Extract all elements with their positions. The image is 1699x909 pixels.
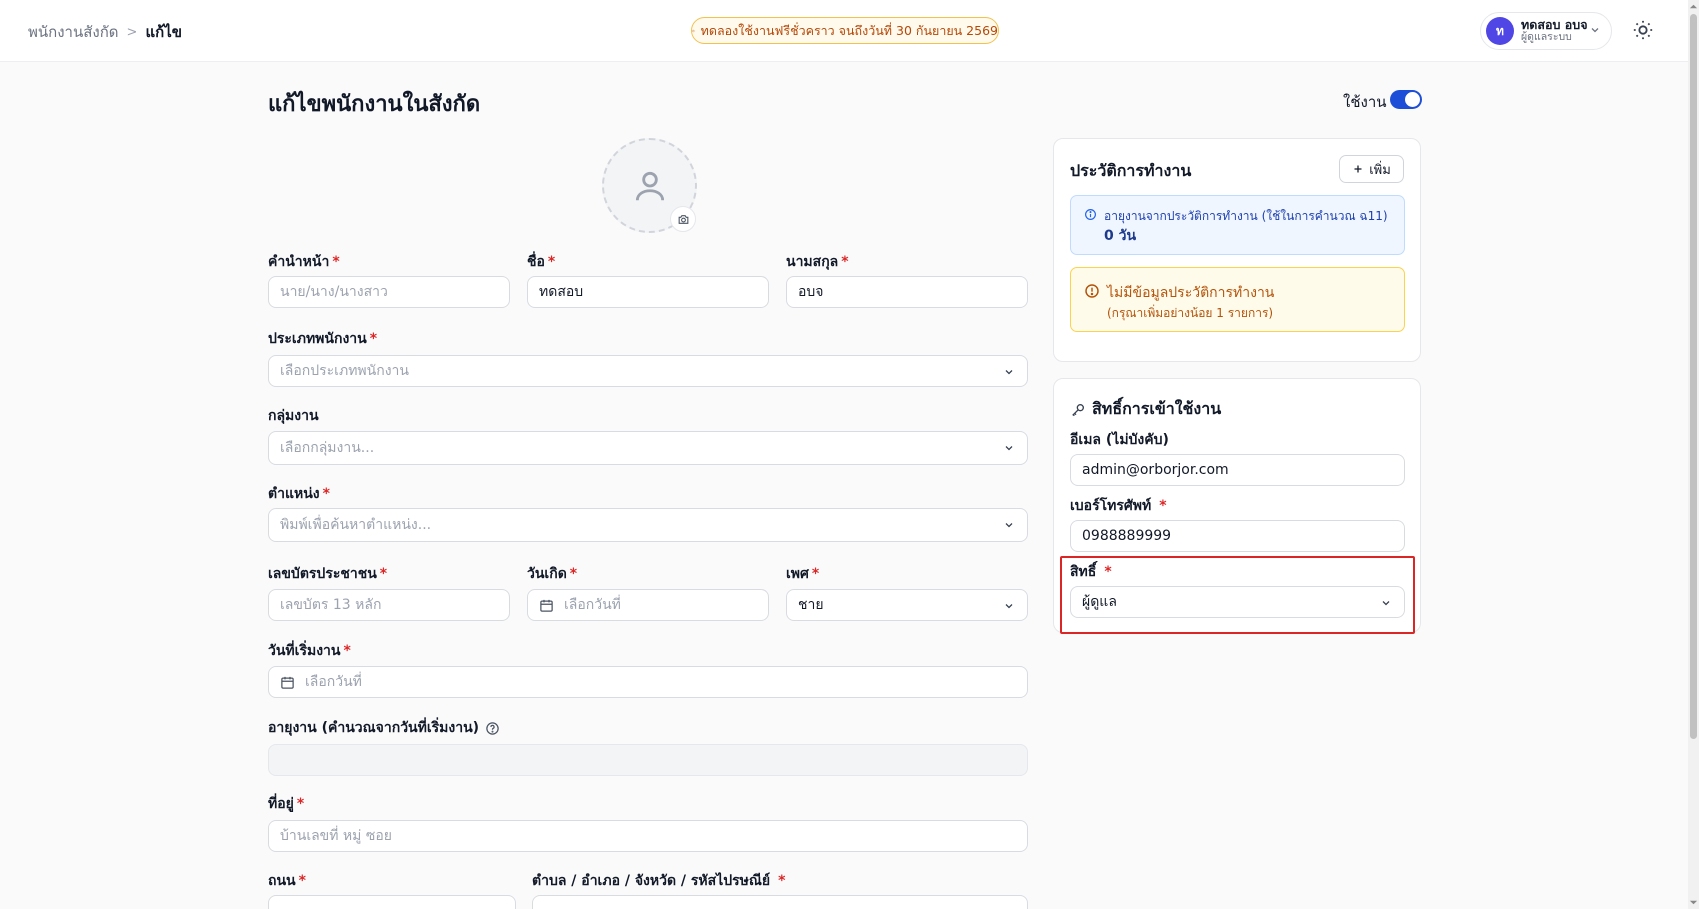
chevron-down-icon — [1005, 370, 1013, 375]
position-search-select[interactable]: พิมพ์เพื่อค้นหาตำแหน่ง... — [268, 508, 1028, 542]
gender-label: เพศ * — [786, 566, 820, 582]
address-input[interactable]: บ้านเลขที่ หมู่ ซอย — [268, 820, 1028, 852]
service-age-output — [268, 744, 1028, 776]
service-age-info-box: อายุงานจากประวัติการทำงาน (ใช้ในการคำนวณ… — [1070, 195, 1405, 255]
warning-subtitle: (กรุณาเพิ่มอย่างน้อย 1 รายการ) — [1107, 306, 1274, 320]
camera-button[interactable] — [670, 206, 696, 232]
road-label: ถนน * — [268, 873, 306, 889]
gender-select[interactable]: ชาย — [786, 589, 1028, 621]
info-value: 0 วัน — [1104, 228, 1137, 244]
employee-type-select[interactable]: เลือกประเภทพนักงาน — [268, 355, 1028, 387]
email-label: อีเมล (ไม่บังคับ) — [1070, 432, 1169, 448]
avatar: ท — [1486, 17, 1514, 45]
start-date-picker[interactable]: เลือกวันที่ — [268, 666, 1028, 698]
position-placeholder: พิมพ์เพื่อค้นหาตำแหน่ง... — [280, 517, 432, 533]
phone-label: เบอร์โทรศัพท์ * — [1070, 498, 1167, 514]
user-icon — [635, 171, 664, 200]
work-history-title: ประวัติการทำงาน — [1070, 161, 1192, 180]
gender-value: ชาย — [798, 597, 824, 613]
clock-icon — [692, 29, 695, 32]
user-menu-button[interactable]: ท ทดสอบ อบจ ผู้ดูแลระบบ — [1480, 12, 1612, 50]
breadcrumb-separator: > — [126, 24, 138, 40]
no-history-warning: ไม่มีข้อมูลประวัติการทำงาน (กรุณาเพิ่มอย… — [1070, 267, 1405, 332]
address-label: ที่อยู่ * — [268, 796, 305, 812]
phone-input[interactable]: 0988889999 — [1070, 520, 1405, 552]
birth-date-label: วันเกิด * — [527, 566, 578, 582]
scrollbar-thumb[interactable] — [1690, 14, 1697, 739]
chevron-down-icon — [1005, 604, 1013, 609]
birth-date-placeholder: เลือกวันที่ — [564, 597, 621, 613]
work-group-select[interactable]: เลือกกลุ่มงาน... — [268, 431, 1028, 465]
work-group-placeholder: เลือกกลุ่มงาน... — [280, 440, 375, 456]
top-bar: พนักงานสังกัด > แก้ไข ทดลองใช้งานฟรีชั่ว… — [0, 0, 1688, 62]
access-title: สิทธิ์การเข้าใช้งาน — [1070, 397, 1221, 422]
last-name-input[interactable]: อบจ — [786, 276, 1028, 308]
birth-date-picker[interactable]: เลือกวันที่ — [527, 589, 769, 621]
service-age-label: อายุงาน (คำนวณจากวันที่เริ่มงาน) — [268, 717, 500, 739]
active-toggle-label: ใช้งาน — [1343, 93, 1387, 111]
subdistrict-search-input[interactable] — [532, 895, 1028, 909]
start-date-label: วันที่เริ่มงาน * — [268, 643, 351, 659]
chevron-down-icon — [1005, 446, 1013, 451]
info-text: อายุงานจากประวัติการทำงาน (ใช้ในการคำนวณ… — [1104, 209, 1388, 223]
last-name-label: นามสกุล * — [786, 254, 849, 270]
key-icon — [1072, 403, 1084, 416]
national-id-input[interactable]: เลขบัตร 13 หลัก — [268, 589, 510, 621]
start-date-placeholder: เลือกวันที่ — [305, 674, 362, 690]
warning-title: ไม่มีข้อมูลประวัติการทำงาน — [1107, 285, 1275, 301]
scroll-up-arrow-icon[interactable] — [1689, 2, 1698, 11]
first-name-input[interactable]: ทดสอบ — [527, 276, 769, 308]
active-toggle[interactable] — [1390, 90, 1422, 109]
trial-banner: ทดลองใช้งานฟรีชั่วคราว จนถึงวันที่ 30 กั… — [691, 17, 999, 44]
user-name: ทดสอบ อบจ — [1521, 17, 1588, 33]
prefix-input[interactable]: นาย/นาง/นางสาว — [268, 276, 510, 308]
employee-type-placeholder: เลือกประเภทพนักงาน — [280, 363, 409, 379]
chevron-down-icon — [1591, 28, 1599, 33]
toggle-knob — [1405, 92, 1420, 107]
position-label: ตำแหน่ง * — [268, 486, 330, 502]
national-id-label: เลขบัตรประชาชน * — [268, 566, 388, 582]
first-name-label: ชื่อ * — [527, 254, 556, 270]
role-highlight-outline — [1060, 556, 1415, 634]
plus-icon — [1354, 165, 1362, 173]
sun-icon[interactable] — [1632, 19, 1654, 41]
alert-circle-icon — [1085, 284, 1099, 298]
help-circle-icon[interactable] — [485, 721, 500, 736]
add-button-label: เพิ่ม — [1369, 162, 1391, 178]
breadcrumb-current: แก้ไข — [145, 23, 182, 41]
user-role: ผู้ดูแลระบบ — [1521, 31, 1572, 44]
chevron-down-icon — [1005, 523, 1013, 528]
email-input[interactable]: admin@orborjor.com — [1070, 454, 1405, 486]
work-group-label: กลุ่มงาน — [268, 408, 319, 424]
calendar-icon — [281, 676, 294, 689]
scroll-down-arrow-icon[interactable] — [1689, 898, 1698, 907]
page-title: แก้ไขพนักงานในสังกัด — [268, 92, 481, 117]
prefix-label: คำนำหน้า * — [268, 254, 340, 270]
employee-type-label: ประเภทพนักงาน * — [268, 331, 378, 347]
subdistrict-label: ตำบล / อำเภอ / จังหวัด / รหัสไปรษณีย์ * — [532, 873, 786, 889]
road-input[interactable] — [268, 895, 516, 909]
breadcrumb: พนักงานสังกัด > แก้ไข — [28, 20, 182, 44]
camera-icon — [678, 214, 688, 224]
calendar-icon — [540, 599, 553, 612]
info-icon — [1085, 209, 1096, 220]
trial-banner-text: ทดลองใช้งานฟรีชั่วคราว จนถึงวันที่ 30 กั… — [700, 22, 998, 38]
breadcrumb-parent-link[interactable]: พนักงานสังกัด — [28, 20, 119, 44]
add-work-history-button[interactable]: เพิ่ม — [1339, 155, 1404, 183]
